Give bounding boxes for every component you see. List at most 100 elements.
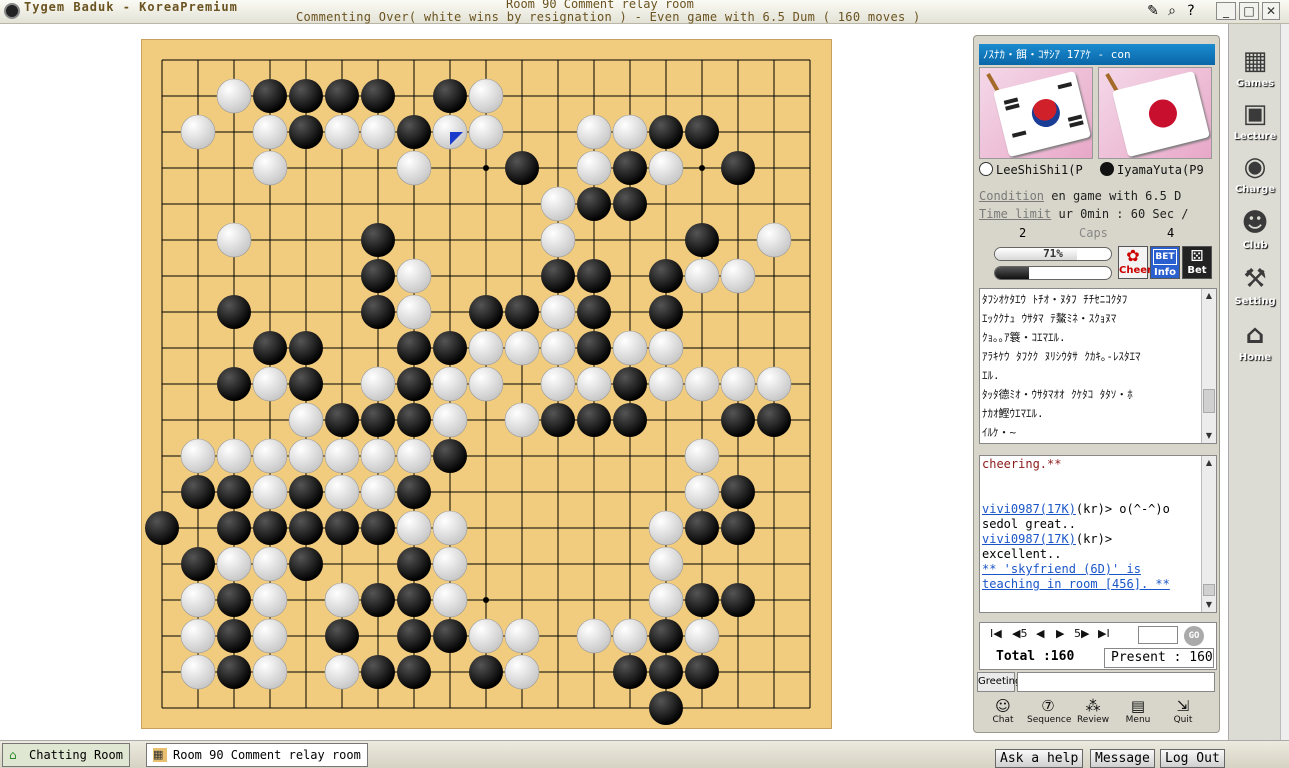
forward-five-button[interactable]: 5▶ xyxy=(1074,627,1089,640)
commentary-scrollbar[interactable]: ▲ ▼ xyxy=(1201,289,1216,443)
sidebar-home-button[interactable]: ⌂ Home xyxy=(1231,318,1279,368)
white-stone xyxy=(576,150,612,186)
star-point xyxy=(483,597,489,603)
chat-box[interactable]: cheering.** vivi0987(17K)(kr)> o(^-^)o se… xyxy=(979,455,1217,613)
condition-row: Condition en game with 6.5 D xyxy=(979,189,1182,203)
black-stone xyxy=(721,583,755,617)
pencil-icon[interactable]: ✎ xyxy=(1144,2,1162,20)
black-stone xyxy=(649,655,683,689)
first-move-button[interactable]: I◀ xyxy=(990,627,1002,640)
white-stone xyxy=(252,546,288,582)
white-stone xyxy=(396,294,432,330)
maximize-button[interactable]: □ xyxy=(1239,2,1259,20)
chat-username[interactable]: vivi0987(17K) xyxy=(982,532,1076,546)
sidebar-games-button[interactable]: ▦ Games xyxy=(1231,44,1279,94)
review-button[interactable]: ⁂ Review xyxy=(1072,698,1114,730)
greeting-input[interactable] xyxy=(1017,672,1215,692)
black-stone xyxy=(325,79,359,113)
go-button[interactable]: GO xyxy=(1184,626,1204,646)
white-stone xyxy=(540,366,576,402)
search-icon[interactable]: ⌕ xyxy=(1163,2,1181,20)
minimize-button[interactable]: _ xyxy=(1216,2,1236,20)
close-button[interactable]: ✕ xyxy=(1262,2,1280,20)
white-stone xyxy=(216,78,252,114)
chatting-room-tab[interactable]: ⌂ Chatting Room xyxy=(2,743,130,767)
black-stone xyxy=(181,475,215,509)
white-stone xyxy=(648,510,684,546)
chat-username[interactable]: vivi0987(17K) xyxy=(982,502,1076,516)
white-stone xyxy=(540,330,576,366)
white-stone xyxy=(216,546,252,582)
black-stone xyxy=(397,115,431,149)
ask-help-button[interactable]: Ask a help xyxy=(995,749,1084,768)
black-player-name[interactable]: IyamaYuta(P9 xyxy=(1100,162,1204,180)
white-stone xyxy=(432,402,468,438)
black-stone xyxy=(433,79,467,113)
black-stone xyxy=(217,619,251,653)
black-stone xyxy=(541,403,575,437)
white-stone xyxy=(540,222,576,258)
panel-header: ﾉｽﾅｶ・餌・ｺｻｼｱ 17ｱｹ - con xyxy=(979,44,1215,65)
white-stone xyxy=(576,366,612,402)
star-point xyxy=(483,165,489,171)
board-icon: ▦ xyxy=(153,748,167,762)
help-icon[interactable]: ? xyxy=(1182,2,1200,20)
sidebar-club-button[interactable]: ☻ Club xyxy=(1231,206,1279,256)
club-icon: ☻ xyxy=(1241,208,1269,238)
white-stone xyxy=(684,474,720,510)
white-stone xyxy=(648,546,684,582)
commentary-line: ﾀﾌｼｵｹﾀｴｳ ﾄﾁｵ・ﾇﾀﾌ ﾁﾁｾﾆｺｸﾀﾌ xyxy=(982,293,1128,306)
chat-message: (kr)> o(^-^)o xyxy=(1075,502,1170,516)
cheer-button[interactable]: ✿ Cheer xyxy=(1118,246,1152,279)
white-player-name[interactable]: LeeShiShi1(P xyxy=(979,162,1083,180)
white-stone xyxy=(684,618,720,654)
back-button[interactable]: ◀ xyxy=(1036,627,1044,640)
go-board[interactable] xyxy=(141,39,832,729)
bet-info-button[interactable]: BET Info xyxy=(1150,246,1180,279)
black-stone xyxy=(505,295,539,329)
forward-button[interactable]: ▶ xyxy=(1056,627,1064,640)
black-stone xyxy=(217,475,251,509)
white-stone xyxy=(468,618,504,654)
captures-row: 2 Caps 4 xyxy=(979,226,1215,242)
white-stone xyxy=(252,618,288,654)
window-scrollbar[interactable] xyxy=(1280,24,1289,740)
white-stone xyxy=(504,330,540,366)
black-stone xyxy=(289,511,323,545)
sidebar-lecture-button[interactable]: ▣ Lecture xyxy=(1231,97,1279,147)
menu-button[interactable]: ▤ Menu xyxy=(1117,698,1159,730)
app-logo-icon xyxy=(4,3,20,19)
move-number-input[interactable] xyxy=(1138,626,1178,644)
black-stone xyxy=(397,475,431,509)
black-stone xyxy=(613,367,647,401)
sidebar-setting-button[interactable]: ⚒ Setting xyxy=(1231,262,1279,312)
quit-button[interactable]: ⇲ Quit xyxy=(1162,698,1204,730)
go-board-canvas[interactable] xyxy=(142,40,833,730)
caps-label: Caps xyxy=(1079,226,1108,240)
chat-scrollbar[interactable]: ▲ ▼ xyxy=(1201,456,1216,612)
white-stone xyxy=(468,366,504,402)
white-stone xyxy=(576,618,612,654)
chat-line: vivi0987(17K)(kr)> xyxy=(980,532,1202,547)
black-stone xyxy=(361,511,395,545)
black-stone xyxy=(613,655,647,689)
chat-line: excellent.. xyxy=(982,547,1062,561)
dice-icon: ⚄ xyxy=(1190,247,1204,265)
last-move-button[interactable]: ▶I xyxy=(1098,627,1110,640)
chat-button[interactable]: ☺ Chat xyxy=(982,698,1024,730)
room-90-tab[interactable]: ▦ Room 90 Comment relay room xyxy=(146,743,368,767)
bet-button[interactable]: ⚄ Bet xyxy=(1182,246,1212,279)
white-captures: 2 xyxy=(1019,226,1027,240)
greeting-label: Greeting xyxy=(977,672,1021,692)
white-stone xyxy=(396,438,432,474)
logout-button[interactable]: Log Out xyxy=(1160,749,1225,768)
black-stone xyxy=(541,259,575,293)
house-icon: ⌂ xyxy=(9,748,17,762)
white-stone xyxy=(252,438,288,474)
sidebar-charge-button[interactable]: ◉ Charge xyxy=(1231,150,1279,200)
commentary-box[interactable]: ﾀﾌｼｵｹﾀｴｳ ﾄﾁｵ・ﾇﾀﾌ ﾁﾁｾﾆｺｸﾀﾌ ｴｯｸｸﾅｭ ｳｻﾀﾏ ﾃ鰲ﾐ… xyxy=(979,288,1217,444)
sequence-button[interactable]: ⑦ Sequence xyxy=(1027,698,1071,730)
stones xyxy=(145,78,792,725)
back-five-button[interactable]: ◀5 xyxy=(1012,627,1027,640)
message-button[interactable]: Message xyxy=(1090,749,1155,768)
